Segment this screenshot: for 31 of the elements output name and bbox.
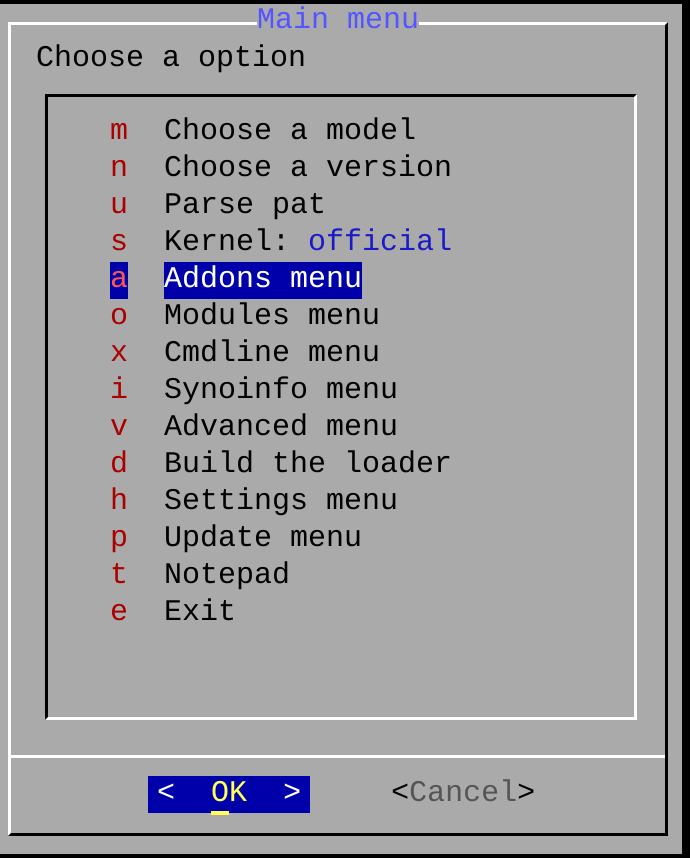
hotkey-letter: s [110,225,128,262]
hotkey-letter: a [110,262,128,299]
hotkey-letter: e [110,595,128,632]
menu-item[interactable]: Cmdline menu [164,336,380,373]
menu-item[interactable]: Synoinfo menu [164,373,398,410]
hotkey-letter: m [110,114,128,151]
menu-item[interactable]: Notepad [164,558,290,595]
hotkey-letter: p [110,521,128,558]
hotkey-letter: d [110,447,128,484]
hotkey-letter: n [110,151,128,188]
hotkey-letter: u [110,188,128,225]
cancel-button[interactable]: <Cancel> [382,776,544,813]
menu-item[interactable]: Exit [164,595,236,632]
menu-item[interactable]: Build the loader [164,447,452,484]
menu-item[interactable]: Parse pat [164,188,326,225]
ok-button[interactable]: < OK > [148,776,310,813]
prompt-text: Choose a option [36,42,306,76]
hotkey-letter: x [110,336,128,373]
menu-item[interactable]: Modules menu [164,299,380,336]
menu-item[interactable]: Kernel: official [164,225,452,262]
menu-item[interactable]: Choose a model [164,114,416,151]
hotkey-letter: o [110,299,128,336]
menu-item[interactable]: Update menu [164,521,362,558]
menu-item[interactable]: Advanced menu [164,410,398,447]
menu-item[interactable]: Addons menu [164,262,362,299]
hotkey-letter: v [110,410,128,447]
menu-item[interactable]: Choose a version [164,151,452,188]
hotkey-letter: t [110,558,128,595]
menu-item[interactable]: Settings menu [164,484,398,521]
hotkey-letter: i [110,373,128,410]
hotkey-letter: h [110,484,128,521]
